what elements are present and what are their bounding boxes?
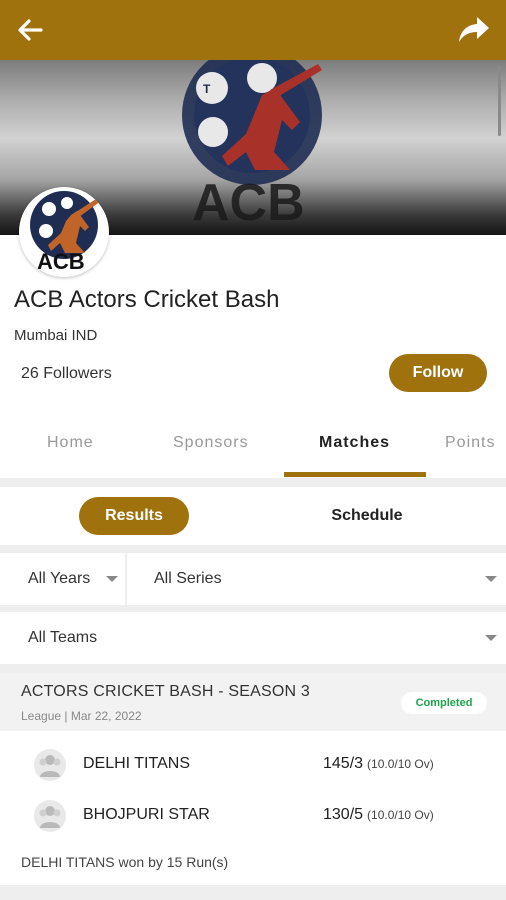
share-button[interactable]	[454, 12, 494, 48]
league-name: ACB Actors Cricket Bash	[14, 286, 280, 313]
results-button[interactable]: Results	[79, 497, 189, 535]
team-score: 145/3 (10.0/10 Ov)	[323, 755, 434, 773]
score-overs: (10.0/10 Ov)	[367, 808, 434, 822]
series-subtitle: League | Mar 22, 2022	[21, 709, 142, 723]
app-bar	[0, 0, 506, 60]
series-filter-dropdown[interactable]: All Series	[127, 553, 506, 605]
chevron-down-icon	[485, 635, 497, 641]
active-tab-indicator	[284, 472, 426, 477]
match-result: DELHI TITANS won by 15 Run(s)	[21, 854, 229, 870]
team-placeholder-icon	[39, 806, 61, 828]
series-filter-value: All Series	[154, 570, 222, 587]
tab-bar: Home Sponsors Matches Points	[0, 420, 506, 478]
team-filter-value: All Teams	[28, 629, 98, 646]
team-name: BHOJPURI STAR	[83, 806, 210, 823]
team-logo	[34, 749, 66, 781]
svg-text:ACB: ACB	[192, 174, 305, 232]
year-filter-value: All Years	[28, 570, 91, 587]
tab-home[interactable]: Home	[47, 434, 94, 452]
tab-points[interactable]: Points	[445, 434, 495, 452]
follow-button[interactable]: Follow	[389, 354, 487, 392]
results-schedule-toggle: Results Schedule	[0, 487, 506, 545]
team-placeholder-icon	[39, 755, 61, 777]
tab-sponsors[interactable]: Sponsors	[173, 434, 249, 452]
share-arrow-icon	[459, 17, 489, 42]
team-row: DELHI TITANS 145/3 (10.0/10 Ov)	[0, 747, 506, 783]
score-runs: 130/5	[323, 806, 364, 823]
year-filter-dropdown[interactable]: All Years	[0, 553, 125, 605]
team-logo	[34, 800, 66, 832]
chevron-down-icon	[106, 576, 118, 582]
svg-text:T: T	[203, 82, 211, 96]
match-card-body[interactable]: DELHI TITANS 145/3 (10.0/10 Ov) BHOJPURI …	[0, 731, 506, 885]
status-badge: Completed	[401, 692, 487, 714]
followers-count: 26 Followers	[21, 365, 112, 382]
arrow-left-icon	[18, 19, 43, 41]
match-card-header[interactable]: ACTORS CRICKET BASH - SEASON 3 League | …	[0, 673, 506, 731]
league-location: Mumbai IND	[14, 327, 98, 344]
series-title: ACTORS CRICKET BASH - SEASON 3	[21, 683, 311, 700]
score-overs: (10.0/10 Ov)	[367, 757, 434, 771]
team-score: 130/5 (10.0/10 Ov)	[323, 806, 434, 824]
chevron-down-icon	[485, 576, 497, 582]
score-runs: 145/3	[323, 755, 364, 772]
back-button[interactable]	[12, 14, 48, 46]
team-filter-dropdown[interactable]: All Teams	[0, 612, 506, 664]
team-row: BHOJPURI STAR 130/5 (10.0/10 Ov)	[0, 798, 506, 834]
cover-scrollbar	[498, 66, 501, 136]
schedule-button[interactable]: Schedule	[310, 497, 424, 535]
tab-matches[interactable]: Matches	[319, 434, 390, 452]
league-avatar: ACB	[19, 187, 109, 277]
league-logo-text: ACB	[37, 249, 85, 274]
team-name: DELHI TITANS	[83, 755, 190, 772]
